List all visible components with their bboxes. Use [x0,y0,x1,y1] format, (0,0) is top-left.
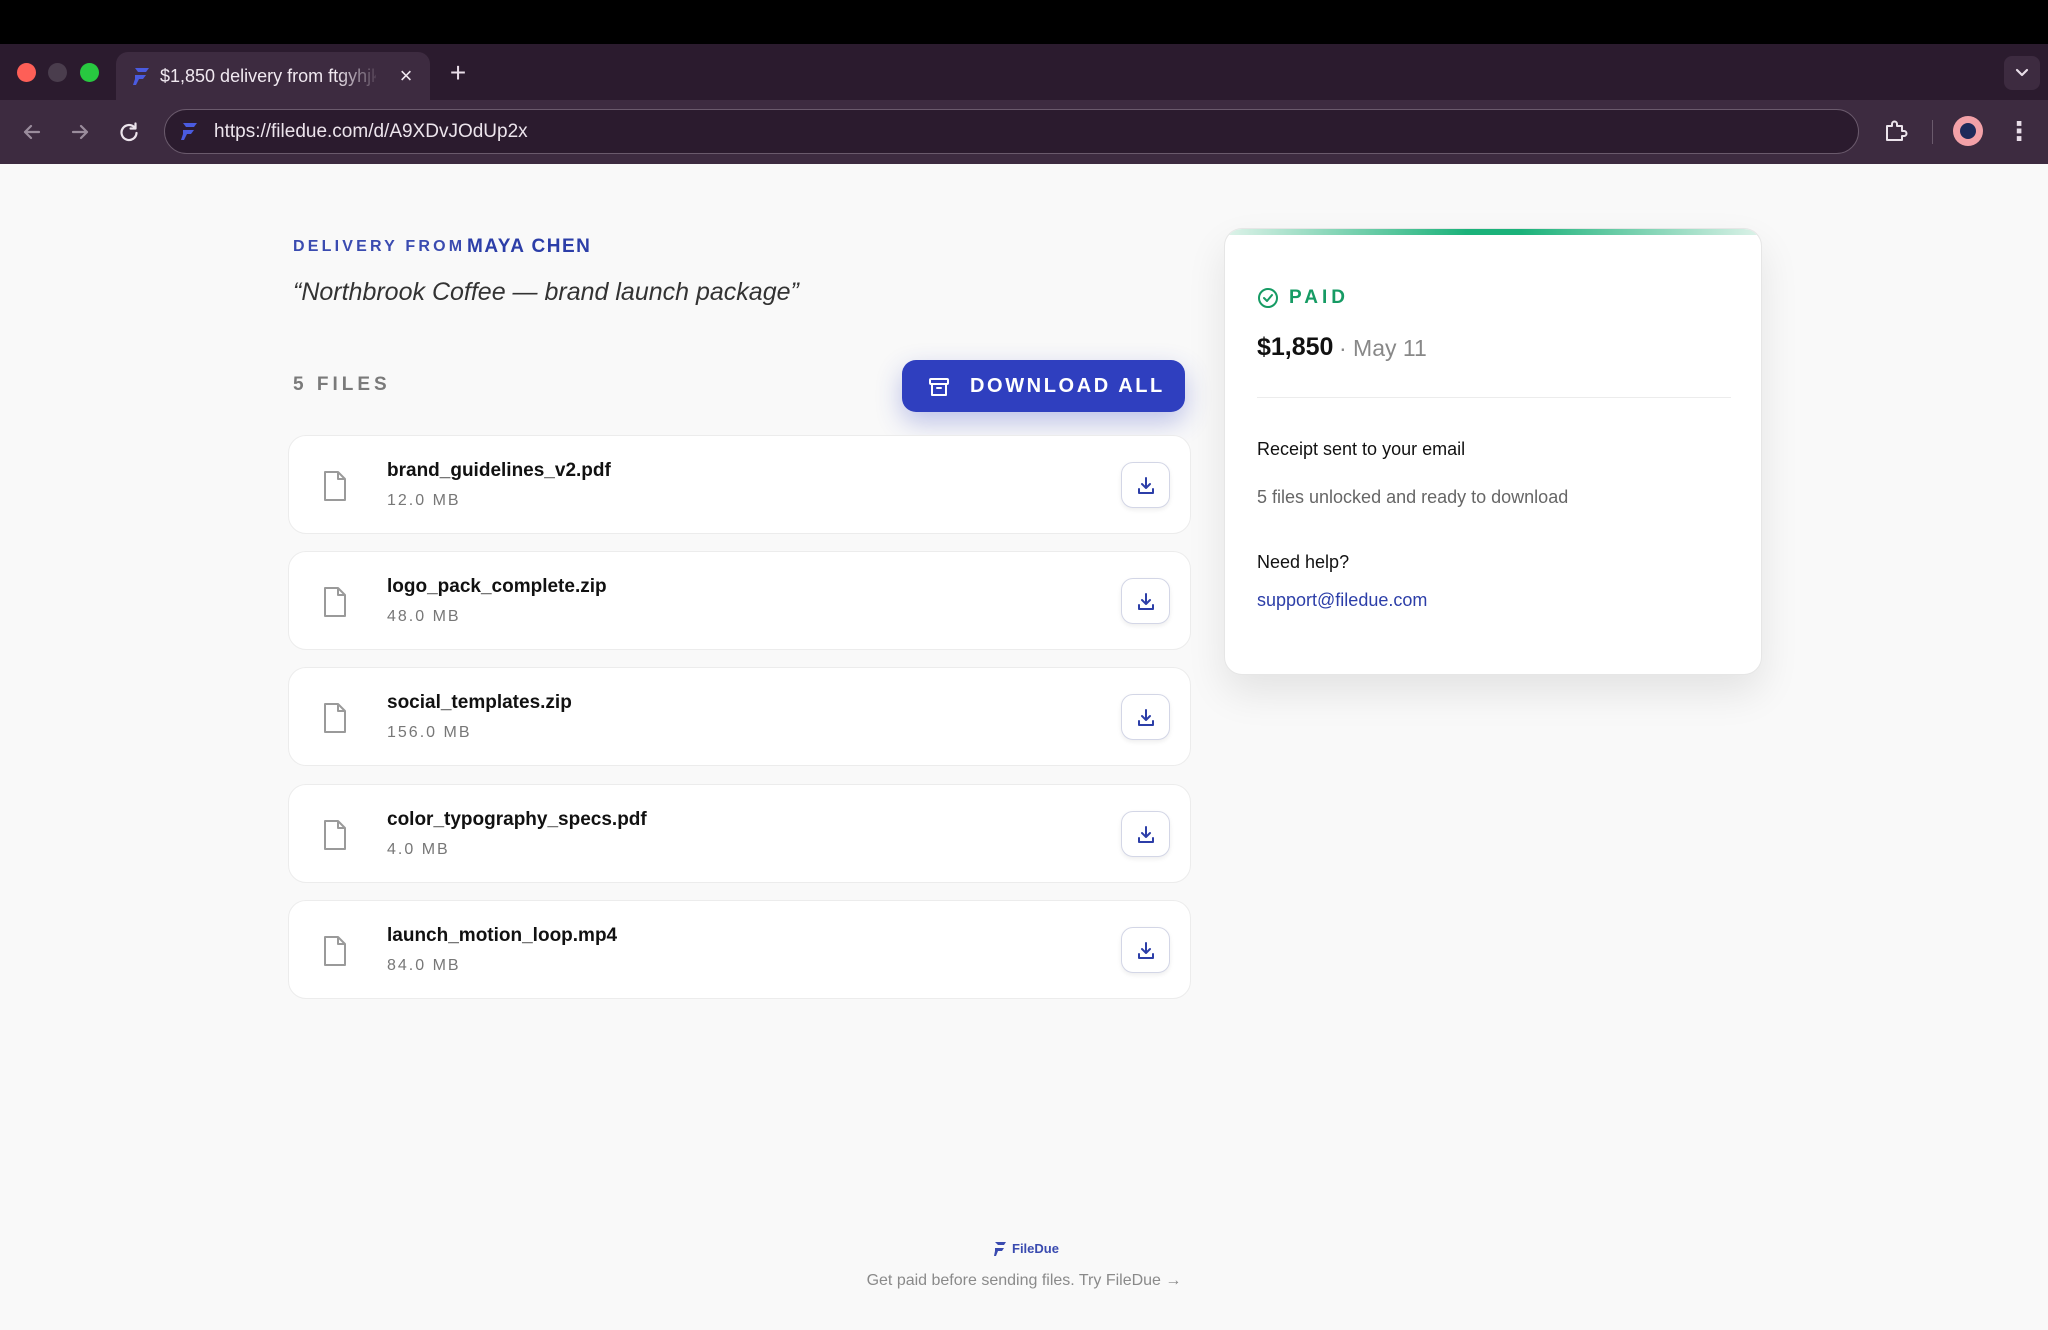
card-divider [1257,397,1731,398]
close-window-button[interactable] [17,63,36,82]
file-document-icon [324,471,346,501]
file-row: launch_motion_loop.mp4 84.0 MB [288,900,1191,999]
file-row: logo_pack_complete.zip 48.0 MB [288,551,1191,650]
support-email-link[interactable]: support@filedue.com [1257,590,1427,611]
file-document-icon [324,587,346,617]
download-file-button[interactable] [1121,462,1170,508]
site-favicon-icon [181,123,197,140]
address-bar[interactable]: https://filedue.com/d/A9XDvJOdUp2x [164,109,1859,154]
minimize-window-button[interactable] [48,63,67,82]
check-circle-icon [1258,288,1278,308]
file-name: social_templates.zip [387,692,572,713]
file-size: 156.0 MB [387,724,472,741]
file-row: social_templates.zip 156.0 MB [288,667,1191,766]
card-accent-bar [1225,229,1761,235]
payment-status: PAID [1289,287,1349,308]
filedue-favicon-icon [133,68,149,85]
file-size: 84.0 MB [387,957,461,974]
download-icon [1138,942,1154,959]
file-row: brand_guidelines_v2.pdf 12.0 MB [288,435,1191,534]
sender-name: MAYA CHEN [467,236,592,257]
toolbar-divider [1932,120,1933,144]
more-menu-icon[interactable]: ⋮ [2006,117,2032,147]
filedue-logo-icon [994,1242,1006,1256]
payment-amount: $1,850 [1257,333,1334,361]
payment-summary-card: PAID $1,850 · May 11 Receipt sent to you… [1224,228,1762,675]
help-label: Need help? [1257,552,1350,572]
download-icon [1138,477,1154,494]
download-icon [1138,709,1154,726]
file-name: brand_guidelines_v2.pdf [387,460,611,481]
footer-brand: FileDue [1012,1241,1059,1256]
download-icon [1138,593,1154,610]
unlocked-text: 5 files unlocked and ready to download [1257,487,1569,507]
receipt-text: Receipt sent to your email [1257,439,1466,459]
chevron-down-icon [2015,68,2029,77]
archive-icon [929,378,949,396]
download-file-button[interactable] [1121,927,1170,973]
browser-tab-active[interactable]: $1,850 delivery from ftgyhjk × [116,52,430,100]
file-name: logo_pack_complete.zip [387,576,607,597]
reload-icon[interactable] [114,117,144,147]
project-title: “Northbrook Coffee — brand launch packag… [293,278,799,306]
forward-arrow-icon[interactable] [65,117,95,147]
tab-title-fade [336,60,380,92]
profile-avatar[interactable] [1953,116,1983,146]
download-file-button[interactable] [1121,811,1170,857]
file-name: color_typography_specs.pdf [387,809,647,830]
file-document-icon [324,703,346,733]
file-document-icon [324,820,346,850]
file-size: 4.0 MB [387,841,450,858]
maximize-window-button[interactable] [80,63,99,82]
download-file-button[interactable] [1121,694,1170,740]
download-file-button[interactable] [1121,578,1170,624]
download-all-button[interactable]: DOWNLOAD ALL [902,360,1185,412]
avatar-inner [1960,123,1976,139]
download-all-label: DOWNLOAD ALL [970,375,1165,397]
payment-date: · May 11 [1339,335,1427,361]
delivery-eyebrow: DELIVERY FROM [293,238,466,255]
os-menu-bar [0,0,2048,44]
close-tab-icon[interactable]: × [394,64,418,88]
file-size: 12.0 MB [387,492,461,509]
file-size: 48.0 MB [387,608,461,625]
extensions-puzzle-icon[interactable] [1882,117,1910,145]
file-name: launch_motion_loop.mp4 [387,925,618,946]
url-text: https://filedue.com/d/A9XDvJOdUp2x [214,121,528,142]
file-count: 5 FILES [293,374,391,395]
tab-search-button[interactable] [2004,56,2040,90]
back-arrow-icon[interactable] [17,117,47,147]
footer-tagline-link[interactable]: Get paid before sending files. Try FileD… [0,1272,2048,1290]
file-document-icon [324,936,346,966]
new-tab-button[interactable]: + [443,58,473,88]
download-icon [1138,826,1154,843]
file-row: color_typography_specs.pdf 4.0 MB [288,784,1191,883]
